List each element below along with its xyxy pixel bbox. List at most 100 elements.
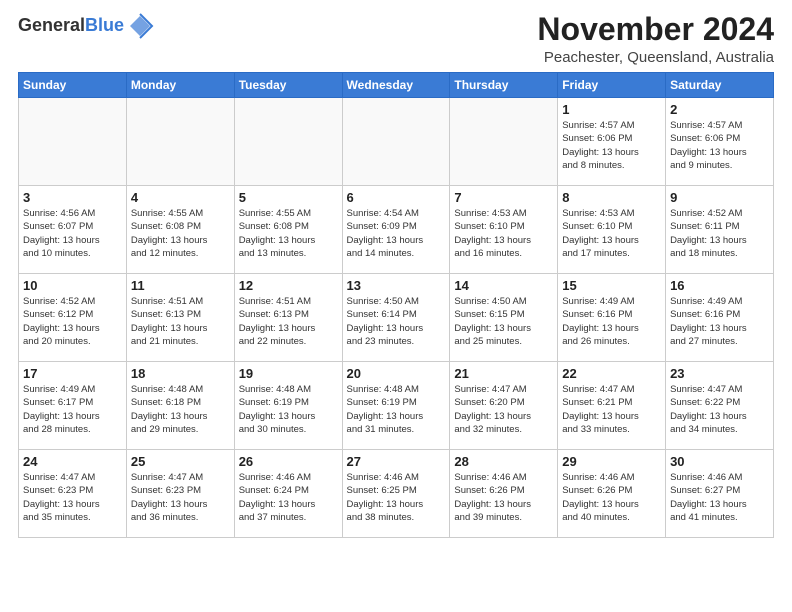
day-info: Sunrise: 4:46 AM Sunset: 6:27 PM Dayligh… [670,471,769,524]
day-info: Sunrise: 4:56 AM Sunset: 6:07 PM Dayligh… [23,207,122,260]
calendar-cell: 13Sunrise: 4:50 AM Sunset: 6:14 PM Dayli… [342,274,450,362]
calendar-cell: 27 Sunrise: 4:46 AM Sunset: 6:25 PM Dayli… [342,450,450,538]
day-info: Sunrise: 4:48 AM Sunset: 6:19 PM Dayligh… [347,383,446,436]
weekday-header-wednesday: Wednesday [342,73,450,98]
day-info: Sunrise: 4:46 AM Sunset: 6:25 PM Dayligh… [347,471,446,524]
day-info: Sunrise: 4:55 AM Sunset: 6:08 PM Dayligh… [239,207,338,260]
calendar-cell [126,98,234,186]
calendar-cell: 24 Sunrise: 4:47 AM Sunset: 6:23 PM Dayli… [19,450,127,538]
calendar-cell: 26 Sunrise: 4:46 AM Sunset: 6:24 PM Dayli… [234,450,342,538]
day-number: 22 [562,366,661,381]
day-info: Sunrise: 4:53 AM Sunset: 6:10 PM Dayligh… [562,207,661,260]
calendar-cell: 28Sunrise: 4:46 AM Sunset: 6:26 PM Dayli… [450,450,558,538]
day-info: Sunrise: 4:52 AM Sunset: 6:12 PM Dayligh… [23,295,122,348]
calendar-cell: 23 Sunrise: 4:47 AM Sunset: 6:22 PM Dayli… [666,362,774,450]
calendar-cell: 29 Sunrise: 4:46 AM Sunset: 6:26 PM Dayli… [558,450,666,538]
day-info: Sunrise: 4:46 AM Sunset: 6:24 PM Dayligh… [239,471,338,524]
day-number: 26 [239,454,338,469]
weekday-header-saturday: Saturday [666,73,774,98]
calendar-cell: 20 Sunrise: 4:48 AM Sunset: 6:19 PM Dayli… [342,362,450,450]
calendar-cell: 11Sunrise: 4:51 AM Sunset: 6:13 PM Dayli… [126,274,234,362]
day-number: 5 [239,190,338,205]
day-info: Sunrise: 4:53 AM Sunset: 6:10 PM Dayligh… [454,207,553,260]
day-number: 23 [670,366,769,381]
week-row-1: 3 Sunrise: 4:56 AM Sunset: 6:07 PM Daylig… [19,186,774,274]
day-info: Sunrise: 4:47 AM Sunset: 6:23 PM Dayligh… [131,471,230,524]
weekday-header-sunday: Sunday [19,73,127,98]
day-number: 14 [454,278,553,293]
day-number: 19 [239,366,338,381]
day-info: Sunrise: 4:57 AM Sunset: 6:06 PM Dayligh… [670,119,769,172]
week-row-4: 24 Sunrise: 4:47 AM Sunset: 6:23 PM Dayli… [19,450,774,538]
calendar-cell: 30 Sunrise: 4:46 AM Sunset: 6:27 PM Dayli… [666,450,774,538]
calendar-cell [450,98,558,186]
calendar-wrapper: SundayMondayTuesdayWednesdayThursdayFrid… [0,72,792,548]
calendar-cell: 6Sunrise: 4:54 AM Sunset: 6:09 PM Daylig… [342,186,450,274]
calendar-cell: 10 Sunrise: 4:52 AM Sunset: 6:12 PM Dayli… [19,274,127,362]
day-info: Sunrise: 4:49 AM Sunset: 6:16 PM Dayligh… [670,295,769,348]
calendar-cell: 12 Sunrise: 4:51 AM Sunset: 6:13 PM Dayli… [234,274,342,362]
day-number: 20 [347,366,446,381]
day-number: 1 [562,102,661,117]
day-info: Sunrise: 4:54 AM Sunset: 6:09 PM Dayligh… [347,207,446,260]
day-info: Sunrise: 4:50 AM Sunset: 6:15 PM Dayligh… [454,295,553,348]
day-number: 24 [23,454,122,469]
logo-icon [126,12,154,40]
day-info: Sunrise: 4:47 AM Sunset: 6:20 PM Dayligh… [454,383,553,436]
calendar-table: SundayMondayTuesdayWednesdayThursdayFrid… [18,72,774,538]
day-info: Sunrise: 4:55 AM Sunset: 6:08 PM Dayligh… [131,207,230,260]
day-number: 3 [23,190,122,205]
day-info: Sunrise: 4:49 AM Sunset: 6:17 PM Dayligh… [23,383,122,436]
calendar-cell: 8 Sunrise: 4:53 AM Sunset: 6:10 PM Daylig… [558,186,666,274]
calendar-cell: 5 Sunrise: 4:55 AM Sunset: 6:08 PM Daylig… [234,186,342,274]
weekday-header-row: SundayMondayTuesdayWednesdayThursdayFrid… [19,73,774,98]
day-info: Sunrise: 4:47 AM Sunset: 6:22 PM Dayligh… [670,383,769,436]
calendar-cell: 3 Sunrise: 4:56 AM Sunset: 6:07 PM Daylig… [19,186,127,274]
calendar-cell: 22 Sunrise: 4:47 AM Sunset: 6:21 PM Dayli… [558,362,666,450]
day-number: 27 [347,454,446,469]
day-number: 17 [23,366,122,381]
logo-general-text: GeneralBlue [18,16,124,36]
calendar-cell: 19 Sunrise: 4:48 AM Sunset: 6:19 PM Dayli… [234,362,342,450]
day-number: 8 [562,190,661,205]
day-info: Sunrise: 4:46 AM Sunset: 6:26 PM Dayligh… [454,471,553,524]
week-row-3: 17 Sunrise: 4:49 AM Sunset: 6:17 PM Dayli… [19,362,774,450]
day-info: Sunrise: 4:51 AM Sunset: 6:13 PM Dayligh… [239,295,338,348]
logo: GeneralBlue [18,12,154,40]
week-row-2: 10 Sunrise: 4:52 AM Sunset: 6:12 PM Dayli… [19,274,774,362]
day-info: Sunrise: 4:48 AM Sunset: 6:18 PM Dayligh… [131,383,230,436]
day-number: 18 [131,366,230,381]
month-title: November 2024 [537,12,774,47]
location: Peachester, Queensland, Australia [537,49,774,66]
calendar-cell: 15Sunrise: 4:49 AM Sunset: 6:16 PM Dayli… [558,274,666,362]
day-info: Sunrise: 4:57 AM Sunset: 6:06 PM Dayligh… [562,119,661,172]
day-info: Sunrise: 4:47 AM Sunset: 6:23 PM Dayligh… [23,471,122,524]
day-number: 21 [454,366,553,381]
day-info: Sunrise: 4:48 AM Sunset: 6:19 PM Dayligh… [239,383,338,436]
day-number: 13 [347,278,446,293]
calendar-cell: 14 Sunrise: 4:50 AM Sunset: 6:15 PM Dayli… [450,274,558,362]
day-number: 10 [23,278,122,293]
weekday-header-monday: Monday [126,73,234,98]
day-number: 2 [670,102,769,117]
weekday-header-tuesday: Tuesday [234,73,342,98]
calendar-cell: 1 Sunrise: 4:57 AM Sunset: 6:06 PM Daylig… [558,98,666,186]
calendar-cell: 16 Sunrise: 4:49 AM Sunset: 6:16 PM Dayli… [666,274,774,362]
day-number: 4 [131,190,230,205]
week-row-0: 1 Sunrise: 4:57 AM Sunset: 6:06 PM Daylig… [19,98,774,186]
day-number: 16 [670,278,769,293]
day-number: 12 [239,278,338,293]
calendar-cell: 2 Sunrise: 4:57 AM Sunset: 6:06 PM Daylig… [666,98,774,186]
page: GeneralBlue November 2024 Peachester, Qu… [0,0,792,548]
calendar-cell: 18 Sunrise: 4:48 AM Sunset: 6:18 PM Dayli… [126,362,234,450]
calendar-cell [19,98,127,186]
day-number: 30 [670,454,769,469]
calendar-cell [234,98,342,186]
day-info: Sunrise: 4:51 AM Sunset: 6:13 PM Dayligh… [131,295,230,348]
day-info: Sunrise: 4:47 AM Sunset: 6:21 PM Dayligh… [562,383,661,436]
calendar-cell: 4 Sunrise: 4:55 AM Sunset: 6:08 PM Daylig… [126,186,234,274]
title-area: November 2024 Peachester, Queensland, Au… [537,12,774,66]
day-number: 29 [562,454,661,469]
day-info: Sunrise: 4:46 AM Sunset: 6:26 PM Dayligh… [562,471,661,524]
calendar-cell: 21 Sunrise: 4:47 AM Sunset: 6:20 PM Dayli… [450,362,558,450]
